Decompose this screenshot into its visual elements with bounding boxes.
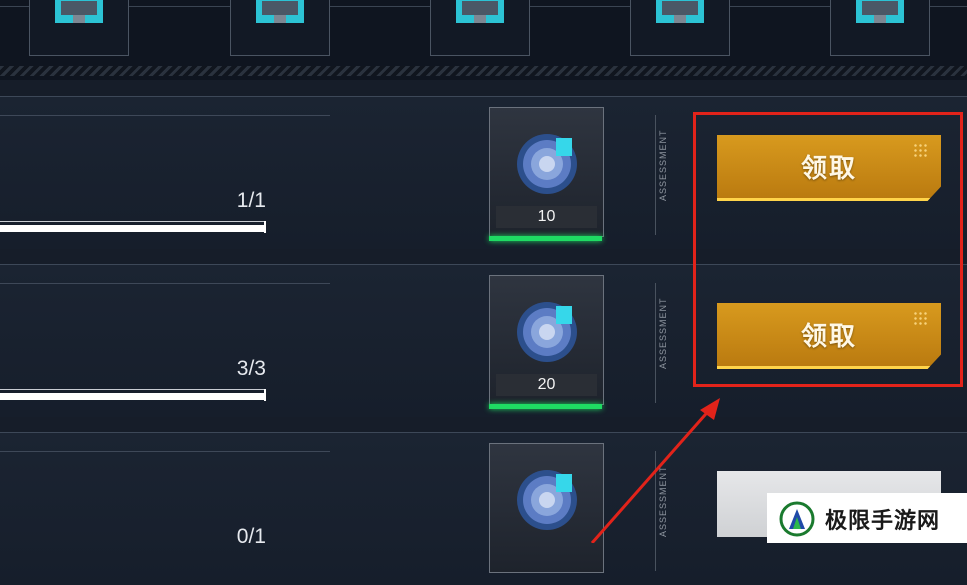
supply-crate-icon (55, 0, 103, 23)
button-underline (717, 366, 930, 369)
supply-crate-icon (856, 0, 904, 23)
milestone-crate-slot[interactable] (830, 0, 930, 56)
task-row: 1/1 10 ASSESSMENT 领取 (0, 96, 967, 249)
row-rule (0, 115, 330, 116)
supply-crate-icon (456, 0, 504, 23)
progress-count: 1/1 (236, 189, 266, 212)
progress-bar-fill (0, 393, 266, 400)
assessment-label: ASSESSMENT (658, 465, 668, 537)
progress-count: 0/1 (236, 525, 266, 548)
medal-icon (517, 302, 577, 362)
medal-icon (517, 470, 577, 530)
assessment-column: ASSESSMENT (655, 115, 680, 235)
claim-button-label: 领取 (800, 153, 857, 183)
dot-grid-icon (913, 143, 929, 159)
claim-button[interactable]: 领取 (717, 303, 941, 369)
reward-item-card[interactable] (489, 443, 604, 573)
progress-bar-end (264, 221, 266, 233)
supply-crate-icon (256, 0, 304, 23)
medal-icon (517, 134, 577, 194)
milestone-crate-slot[interactable] (430, 0, 530, 56)
supply-crate-icon (656, 0, 704, 23)
milestone-crate-slot[interactable] (230, 0, 330, 56)
reward-quantity: 10 (496, 206, 597, 228)
progress-bar (0, 221, 266, 233)
assessment-column: ASSESSMENT (655, 451, 680, 571)
assessment-label: ASSESSMENT (658, 297, 668, 369)
dot-grid-icon (913, 311, 929, 327)
milestone-crate-slot[interactable] (630, 0, 730, 56)
progress-bar-track (0, 389, 266, 390)
site-logo-icon (779, 501, 815, 537)
reward-item-card[interactable]: 10 (489, 107, 604, 241)
task-row: 3/3 20 ASSESSMENT 领取 (0, 264, 967, 417)
row-rule (0, 283, 330, 284)
rarity-bar (489, 404, 602, 409)
assessment-column: ASSESSMENT (655, 283, 680, 403)
row-rule (0, 451, 330, 452)
progress-bar-end (264, 389, 266, 401)
progress-bar-track (0, 221, 266, 222)
watermark-text: 极限手游网 (825, 508, 941, 533)
claim-button-label: 领取 (800, 321, 857, 351)
progress-count: 3/3 (236, 357, 266, 380)
milestone-crate-slot[interactable] (29, 0, 129, 56)
rarity-bar (489, 236, 602, 241)
site-watermark: 极限手游网 (767, 493, 967, 543)
progress-bar (0, 389, 266, 401)
button-underline (717, 198, 930, 201)
reward-quantity: 20 (496, 374, 597, 396)
reward-item-card[interactable]: 20 (489, 275, 604, 409)
divider-hatch (0, 66, 967, 76)
assessment-label: ASSESSMENT (658, 129, 668, 201)
progress-bar-fill (0, 225, 266, 232)
milestone-strip (0, 0, 967, 80)
claim-button[interactable]: 领取 (717, 135, 941, 201)
